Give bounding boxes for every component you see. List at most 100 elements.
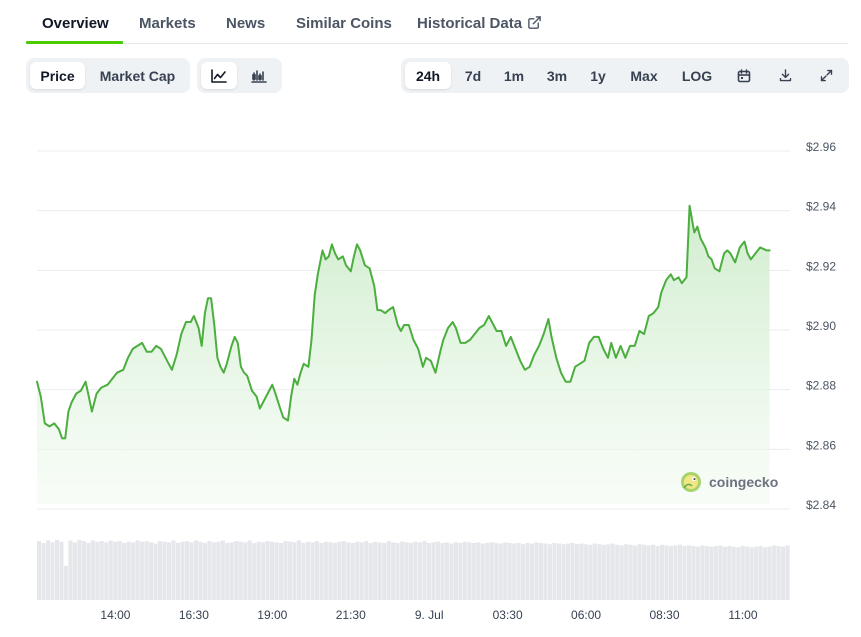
volume-bar <box>453 542 458 600</box>
volume-bar <box>758 546 763 600</box>
volume-bar <box>265 541 270 600</box>
volume-bar <box>158 541 163 600</box>
volume-bar <box>767 546 772 600</box>
x-tick-label: 08:30 <box>649 608 679 622</box>
volume-bars <box>37 539 790 600</box>
volume-bar <box>422 541 427 600</box>
volume-bar <box>588 544 593 600</box>
volume-bar <box>651 544 656 600</box>
volume-bar <box>539 542 544 600</box>
volume-bar <box>449 543 454 600</box>
x-axis: 14:00 16:30 19:00 21:30 9. Jul 03:30 06:00 08:3… <box>100 608 757 622</box>
volume-bar <box>292 542 297 600</box>
volume-bar <box>444 542 449 600</box>
volume-bar <box>211 542 216 600</box>
volume-bar <box>413 541 418 600</box>
volume-bar <box>319 542 324 600</box>
volume-bar <box>512 543 517 600</box>
volume-bar <box>556 543 562 600</box>
volume-bar <box>740 546 745 600</box>
volume-bar <box>189 542 194 600</box>
volume-bar <box>305 541 311 600</box>
volume-bar <box>252 542 257 600</box>
volume-bar <box>682 546 687 600</box>
volume-bar <box>498 543 503 600</box>
volume-bar <box>628 544 633 600</box>
volume-bar <box>606 544 611 600</box>
volume-bar <box>153 543 158 600</box>
volume-bar <box>570 542 575 600</box>
volume-bar <box>256 541 261 600</box>
volume-bar <box>709 546 714 600</box>
volume-bar <box>296 540 302 600</box>
x-tick-label: 06:00 <box>571 608 601 622</box>
volume-bar <box>731 546 736 600</box>
volume-bar <box>543 543 548 600</box>
volume-bar <box>763 547 768 600</box>
price-chart[interactable]: $2.96 $2.94 $2.92 $2.90 $2.88 $2.86 $2.84 14:0… <box>0 0 861 637</box>
volume-bar <box>202 542 207 600</box>
volume-bar <box>664 545 669 600</box>
volume-bar <box>63 565 68 600</box>
volume-bar <box>68 540 73 600</box>
volume-bar <box>207 541 212 600</box>
volume-bar <box>247 540 252 600</box>
volume-bar <box>624 544 629 600</box>
volume-bar <box>655 546 660 600</box>
price-area <box>37 205 770 504</box>
volume-bar <box>637 544 642 600</box>
volume-bar <box>494 542 499 600</box>
volume-bar <box>718 545 723 600</box>
volume-bar <box>507 542 512 600</box>
volume-bar <box>754 546 759 600</box>
volume-bar <box>180 541 185 600</box>
volume-bar <box>601 544 606 600</box>
volume-bar <box>301 542 306 600</box>
volume-bar <box>480 543 485 600</box>
volume-bar <box>660 544 665 600</box>
volume-bar <box>198 541 203 600</box>
volume-bar <box>691 546 696 600</box>
volume-bar <box>274 542 279 600</box>
volume-bar <box>704 546 709 600</box>
volume-bar <box>525 542 530 600</box>
volume-bar <box>476 542 481 600</box>
volume-bar <box>86 542 91 600</box>
volume-bar <box>467 542 472 600</box>
volume-bar <box>426 542 432 600</box>
volume-bar <box>382 542 387 600</box>
volume-bar <box>54 539 60 600</box>
volume-bar <box>279 542 284 600</box>
volume-bar <box>597 544 602 600</box>
volume-bar <box>166 542 172 600</box>
volume-bar <box>547 544 553 600</box>
volume-bar <box>238 541 243 600</box>
volume-bar <box>489 542 494 600</box>
volume-bar <box>776 546 781 600</box>
volume-bar <box>175 542 181 600</box>
volume-bar <box>785 545 790 600</box>
volume-bar <box>117 541 122 600</box>
volume-bar <box>435 541 440 600</box>
volume-bar <box>530 543 535 600</box>
volume-bar <box>283 541 288 600</box>
volume-bar <box>552 542 557 600</box>
volume-bar <box>37 541 42 600</box>
volume-bar <box>722 546 727 600</box>
volume-bar <box>521 544 526 600</box>
y-tick-label: $2.84 <box>806 498 836 512</box>
volume-bar <box>332 542 337 600</box>
volume-bar <box>391 542 396 600</box>
volume-bar <box>516 542 521 600</box>
volume-bar <box>646 545 651 600</box>
volume-bar <box>72 542 77 600</box>
volume-bar <box>359 542 364 600</box>
volume-bar <box>440 542 445 600</box>
x-tick-label: 21:30 <box>336 608 366 622</box>
volume-bar <box>642 544 647 600</box>
volume-bar <box>673 545 678 600</box>
volume-bar <box>216 541 221 600</box>
volume-bar <box>225 542 230 600</box>
volume-bar <box>610 543 615 600</box>
volume-bar <box>122 542 127 600</box>
